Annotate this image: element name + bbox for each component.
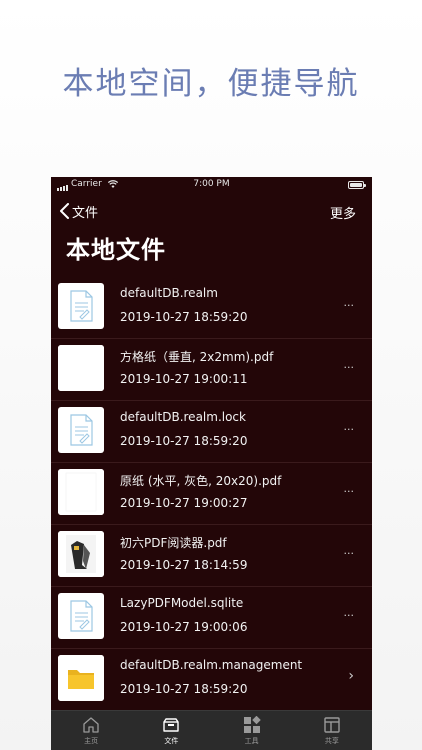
- more-dots-icon[interactable]: ···: [344, 610, 355, 621]
- file-row[interactable]: defaultDB.realm.lock 2019-10-27 18:59:20…: [51, 401, 372, 463]
- folder-icon: [58, 655, 104, 701]
- file-date: 2019-10-27 19:00:06: [120, 620, 248, 634]
- file-row[interactable]: 初六PDF阅读器.pdf 2019-10-27 18:14:59 ···: [51, 525, 372, 587]
- file-box-icon: [163, 718, 180, 732]
- file-row[interactable]: defaultDB.realm 2019-10-27 18:59:20 ···: [51, 277, 372, 339]
- more-dots-icon[interactable]: ···: [344, 424, 355, 435]
- back-label: 文件: [72, 205, 99, 221]
- home-icon: [83, 717, 99, 733]
- more-dots-icon[interactable]: ···: [344, 548, 355, 559]
- file-date: 2019-10-27 18:14:59: [120, 558, 248, 572]
- more-dots-icon[interactable]: ···: [344, 300, 355, 311]
- document-icon: [58, 283, 104, 329]
- file-name: defaultDB.realm.management: [120, 658, 303, 672]
- file-date: 2019-10-27 18:59:20: [120, 434, 248, 448]
- tab-label: 共享: [324, 737, 339, 745]
- promo-headline: 本地空间，便捷导航: [62, 66, 360, 102]
- file-name: defaultDB.realm: [120, 286, 218, 300]
- more-dots-icon[interactable]: ···: [344, 486, 355, 497]
- chevron-right-icon[interactable]: ›: [348, 669, 354, 683]
- tab-files[interactable]: 文件: [131, 711, 211, 750]
- nav-bar: 文件 更多: [51, 193, 372, 228]
- share-layout-icon: [324, 717, 340, 733]
- battery-icon: [348, 181, 366, 189]
- blank-page-icon: [58, 469, 104, 515]
- pdf-cover-thumbnail: [58, 531, 104, 577]
- file-date: 2019-10-27 19:00:27: [120, 496, 248, 510]
- more-button[interactable]: 更多: [330, 203, 356, 222]
- file-row[interactable]: LazyPDFModel.sqlite 2019-10-27 19:00:06 …: [51, 587, 372, 649]
- status-bar: Carrier 7:00 PM: [51, 177, 372, 193]
- file-name: 初六PDF阅读器.pdf: [120, 536, 227, 550]
- file-date: 2019-10-27 19:00:11: [120, 372, 248, 386]
- file-date: 2019-10-27 18:59:20: [120, 310, 248, 324]
- file-row[interactable]: 方格纸（垂直, 2x2mm).pdf 2019-10-27 19:00:11 ·…: [51, 339, 372, 401]
- back-button[interactable]: 文件: [59, 201, 98, 221]
- tab-share[interactable]: 共享: [292, 711, 372, 750]
- blank-page-icon: [58, 345, 104, 391]
- file-date: 2019-10-27 18:59:20: [120, 682, 248, 696]
- file-name: LazyPDFModel.sqlite: [120, 596, 244, 610]
- file-row[interactable]: 原纸 (水平, 灰色, 20x20).pdf 2019-10-27 19:00:…: [51, 463, 372, 525]
- page-title: 本地文件: [66, 236, 166, 264]
- tab-label: 主页: [84, 737, 99, 745]
- status-time: 7:00 PM: [193, 179, 230, 189]
- tools-grid-icon: [243, 716, 261, 733]
- more-dots-icon[interactable]: ···: [344, 362, 355, 373]
- document-icon: [58, 407, 104, 453]
- file-name: 原纸 (水平, 灰色, 20x20).pdf: [120, 474, 282, 488]
- chevron-left-icon: [60, 203, 69, 219]
- tab-label: 工具: [244, 737, 259, 745]
- tab-bar: 主页 文件 工具 共享: [51, 710, 372, 750]
- phone-screen: Carrier 7:00 PM 文件 更多 本地文件 defaultDB.rea…: [51, 177, 372, 750]
- document-icon: [58, 593, 104, 639]
- tab-tools[interactable]: 工具: [212, 711, 292, 750]
- file-name: defaultDB.realm.lock: [120, 410, 246, 424]
- tab-label: 文件: [164, 737, 179, 745]
- tab-home[interactable]: 主页: [51, 711, 131, 750]
- file-name: 方格纸（垂直, 2x2mm).pdf: [120, 350, 274, 364]
- folder-row[interactable]: defaultDB.realm.management 2019-10-27 18…: [51, 649, 372, 711]
- file-list: defaultDB.realm 2019-10-27 18:59:20 ··· …: [51, 277, 372, 711]
